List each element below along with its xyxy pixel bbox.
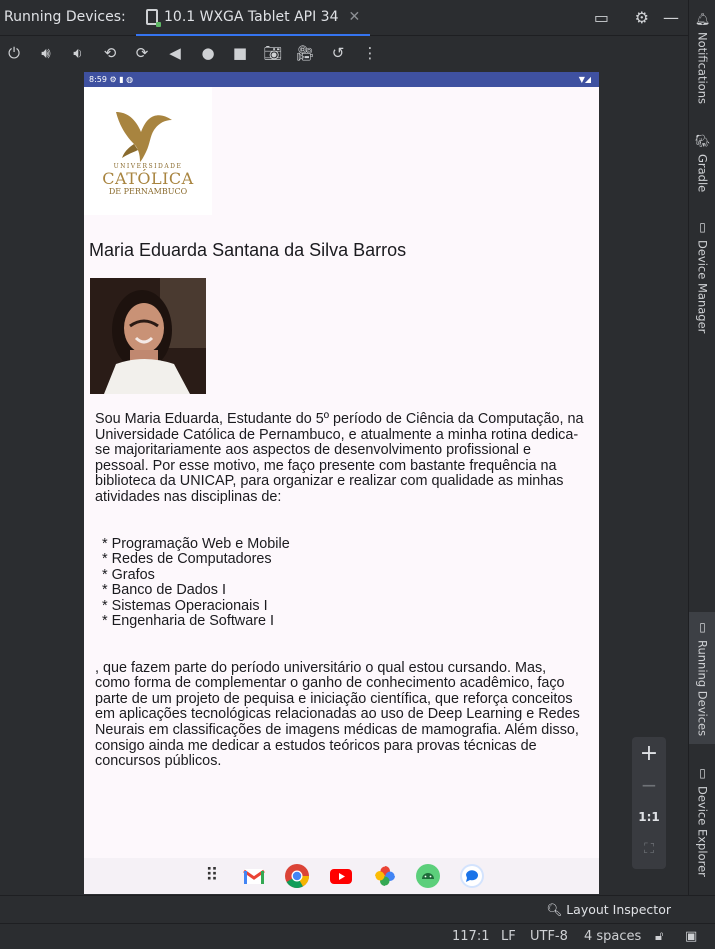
- gradle-tab[interactable]: 🐘︎ Gradle: [689, 134, 715, 192]
- bio-outro: , que fazem parte do período universitár…: [95, 659, 580, 770]
- gradle-icon: 🐘︎: [694, 134, 711, 148]
- file-encoding[interactable]: UTF-8: [530, 929, 568, 944]
- back-icon[interactable]: ◀: [165, 43, 185, 63]
- emulator-toolbar: ⏻ 🔊︎ 🔉︎ ⟲ ⟳ ◀ ● ■ 📷︎ 🎥︎ ↺ ⋮: [0, 37, 688, 71]
- profile-photo: [90, 278, 206, 394]
- home-icon[interactable]: ●: [198, 43, 218, 63]
- wifi-battery-icon: ▼◢: [578, 75, 591, 84]
- minimize-icon[interactable]: —: [663, 8, 679, 27]
- lock-icon[interactable]: 🔓︎: [655, 929, 663, 944]
- caret-position[interactable]: 117:1: [452, 929, 489, 944]
- overview-icon[interactable]: ■: [230, 43, 250, 63]
- device-icon: [146, 9, 161, 27]
- university-logo: UNIVERSIDADE CATÓLICA DE PERNAMBUCO: [84, 87, 212, 215]
- list-item: * Banco de Dados I: [102, 582, 226, 599]
- memory-indicator-icon[interactable]: ▣: [685, 929, 697, 944]
- device-explorer-tab[interactable]: ▯ Device Explorer: [689, 766, 715, 877]
- more-icon[interactable]: ⋮: [360, 43, 380, 63]
- fit-screen-icon[interactable]: ⛶: [632, 841, 666, 857]
- list-item: * Engenharia de Software I: [102, 613, 274, 630]
- volume-up-icon[interactable]: 🔊︎: [36, 43, 56, 63]
- app-drawer-icon[interactable]: ⠿: [202, 866, 222, 886]
- device-manager-tab[interactable]: ▯ Device Manager: [689, 220, 715, 333]
- list-item: * Grafos: [102, 566, 155, 583]
- indent-setting[interactable]: 4 spaces: [584, 929, 641, 944]
- zoom-out-button[interactable]: −: [632, 773, 666, 797]
- status-icons: ⚙ ▮ ◍: [109, 75, 134, 84]
- notifications-tab[interactable]: 🔔︎ Notifications: [689, 12, 715, 104]
- messages-icon[interactable]: [459, 863, 485, 889]
- tool-window-header: Running Devices: 10.1 WXGA Tablet API 34…: [0, 0, 715, 36]
- device-screen[interactable]: 8:59 ⚙ ▮ ◍ ▼◢ UNIVERSIDADE CATÓLICA DE P…: [84, 72, 599, 894]
- rotate-left-icon[interactable]: ⟲: [100, 43, 120, 63]
- android-app-icon[interactable]: [415, 863, 441, 889]
- list-item: * Redes de Computadores: [102, 551, 272, 568]
- camera-icon[interactable]: 📷︎: [263, 43, 283, 63]
- layout-inspector-bar: 🔍︎ Layout Inspector: [0, 895, 715, 923]
- line-separator[interactable]: LF: [501, 929, 516, 944]
- bell-icon: 🔔︎: [694, 12, 711, 26]
- maximize-icon[interactable]: ▭: [594, 8, 609, 27]
- chrome-icon[interactable]: [284, 863, 310, 889]
- gear-icon[interactable]: ⚙: [635, 8, 649, 27]
- bio-text: Sou Maria Eduarda, Estudante do 5º perío…: [95, 411, 585, 770]
- list-item: * Programação Web e Mobile: [102, 535, 290, 552]
- student-name: Maria Eduarda Santana da Silva Barros: [89, 240, 407, 260]
- reset-icon[interactable]: ↺: [328, 43, 348, 63]
- volume-down-icon[interactable]: 🔉︎: [68, 43, 88, 63]
- power-icon[interactable]: ⏻: [4, 43, 24, 63]
- running-devices-icon: ▯: [699, 620, 706, 634]
- zoom-actual-size-button[interactable]: 1:1: [632, 810, 666, 824]
- status-time: 8:59: [89, 75, 107, 84]
- ide-status-bar: 117:1 LF UTF-8 4 spaces 🔓︎ ▣: [0, 923, 715, 949]
- logo-line-2: CATÓLICA: [102, 169, 194, 188]
- device-tab[interactable]: 10.1 WXGA Tablet API 34 ✕: [136, 0, 371, 36]
- photos-icon[interactable]: [372, 863, 398, 889]
- right-tool-strip: 🔔︎ Notifications 🐘︎ Gradle ▯ Device Mana…: [688, 0, 715, 895]
- logo-line-3: DE PERNAMBUCO: [108, 187, 188, 196]
- bio-intro: Sou Maria Eduarda, Estudante do 5º perío…: [95, 411, 584, 505]
- running-devices-tab[interactable]: ▯ Running Devices: [689, 612, 715, 745]
- device-tab-label: 10.1 WXGA Tablet API 34: [164, 9, 339, 25]
- device-manager-icon: ▯: [699, 220, 706, 234]
- android-status-bar: 8:59 ⚙ ▮ ◍ ▼◢: [84, 72, 599, 87]
- gmail-icon[interactable]: [241, 863, 267, 889]
- close-tab-icon[interactable]: ✕: [349, 9, 361, 25]
- dove-logo-icon: [116, 112, 172, 162]
- app-taskbar: ⠿: [84, 858, 599, 894]
- subjects-list: * Programação Web e Mobile * Redes de Co…: [95, 535, 585, 630]
- zoom-in-button[interactable]: +: [632, 741, 666, 766]
- device-explorer-icon: ▯: [699, 766, 706, 780]
- tool-window-title: Running Devices:: [4, 9, 126, 25]
- layout-inspector-button[interactable]: 🔍︎ Layout Inspector: [546, 902, 671, 918]
- list-item: * Sistemas Operacionais I: [102, 597, 268, 614]
- screen-record-icon[interactable]: 🎥︎: [295, 43, 315, 63]
- layout-inspector-icon: 🔍︎: [546, 902, 563, 917]
- rotate-right-icon[interactable]: ⟳: [132, 43, 152, 63]
- zoom-controls: + − 1:1 ⛶: [632, 737, 666, 869]
- youtube-icon[interactable]: [328, 863, 354, 889]
